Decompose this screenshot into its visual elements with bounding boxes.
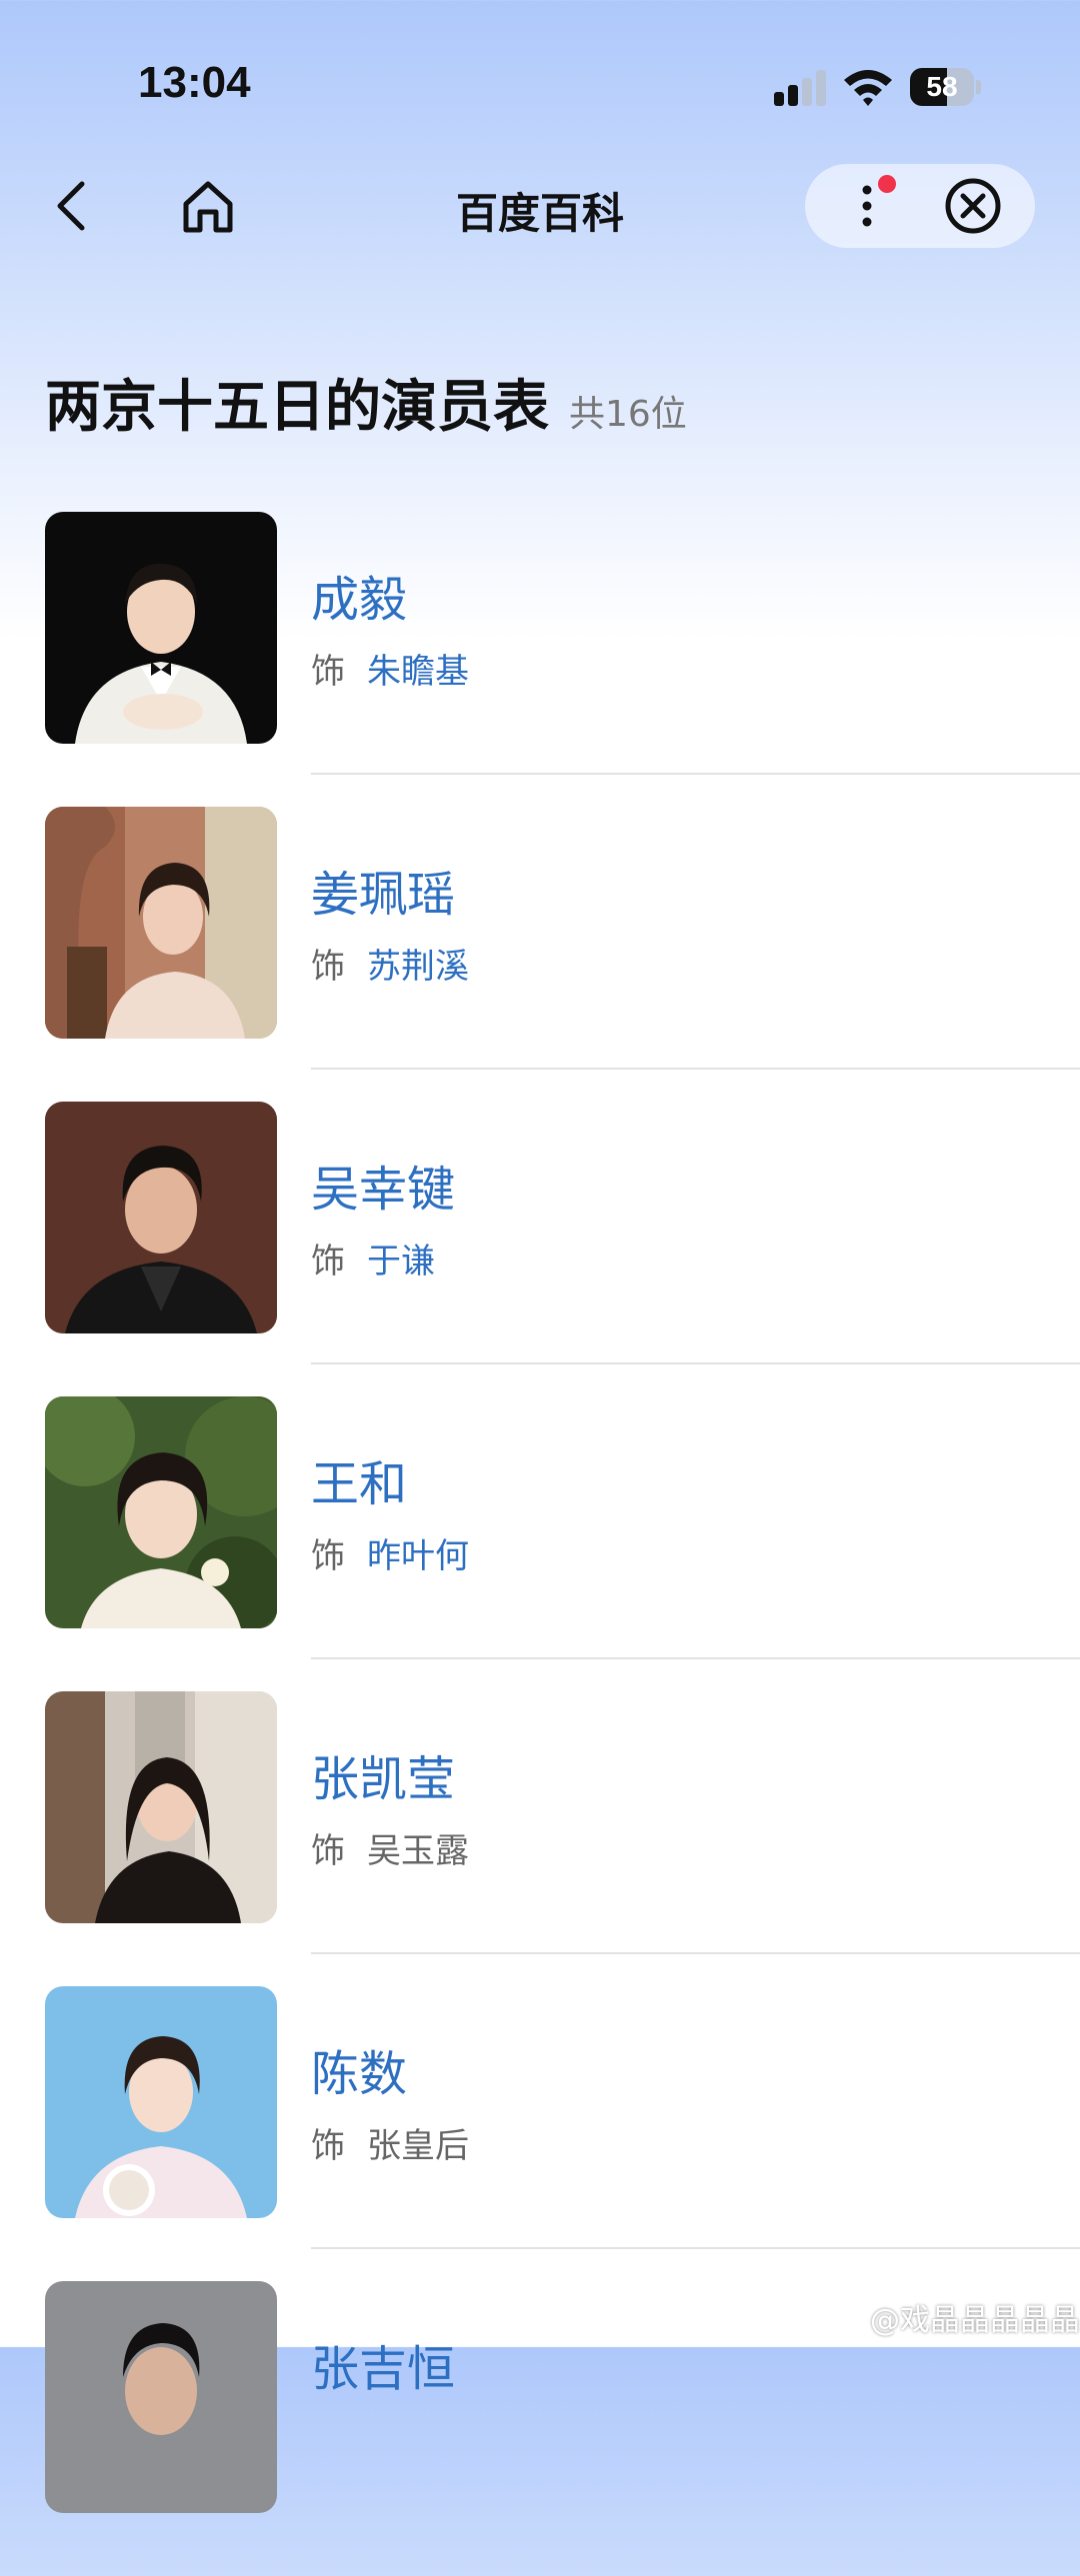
actor-name[interactable]: 张吉恒 [311, 2329, 455, 2399]
status-time: 13:04 [138, 58, 251, 107]
role-prefix: 饰 [311, 1536, 345, 1576]
battery-level: 58 [926, 71, 958, 102]
role-line: 饰吴玉露 [311, 1823, 469, 1872]
actor-photo[interactable] [45, 807, 277, 1039]
actor-photo[interactable] [45, 1396, 277, 1628]
more-vertical-icon [862, 175, 896, 227]
actor-name[interactable]: 姜珮瑶 [311, 855, 455, 925]
divider [311, 773, 1080, 775]
role-line: 饰朱瞻基 [311, 644, 469, 693]
role-prefix: 饰 [311, 1242, 345, 1282]
actor-name[interactable]: 吴幸键 [311, 1150, 455, 1220]
back-button[interactable] [42, 174, 106, 238]
mini-program-capsule [805, 164, 1035, 248]
cast-item[interactable]: 姜珮瑶 饰苏荆溪 [0, 807, 1080, 1102]
role-prefix: 饰 [311, 2126, 345, 2166]
home-button[interactable] [176, 174, 240, 238]
role-line: 饰于谦 [311, 1234, 435, 1283]
role-name[interactable]: 朱瞻基 [367, 652, 469, 692]
cast-item[interactable]: 张凯莹 饰吴玉露 [0, 1691, 1080, 1986]
role-prefix: 饰 [311, 947, 345, 987]
divider [311, 1657, 1080, 1659]
cellular-signal-icon [774, 70, 826, 106]
role-name: 吴玉露 [367, 1831, 469, 1871]
nav-title: 百度百科 [455, 189, 624, 238]
role-line: 饰昨叶何 [311, 1528, 469, 1577]
status-bar: 13:04 58 [0, 0, 1080, 150]
actor-name[interactable]: 王和 [311, 1444, 407, 1514]
cast-list: 成毅 饰朱瞻基 姜珮瑶 饰苏荆溪 吴幸键 饰 于谦 王和 饰 昨叶何 张凯莹 饰… [0, 512, 1080, 2576]
actor-name[interactable]: 张凯莹 [311, 1739, 455, 1809]
role-name: 张皇后 [367, 2126, 469, 2166]
actor-photo[interactable] [45, 2281, 277, 2513]
close-button[interactable] [941, 174, 1005, 238]
home-icon [183, 181, 233, 233]
watermark: @戏晶晶晶晶晶晶 [870, 2303, 1080, 2338]
divider [311, 2247, 1080, 2249]
actor-photo[interactable] [45, 1986, 277, 2218]
page-title: 两京十五日的演员表 [45, 375, 549, 440]
cast-item[interactable]: 陈数 饰张皇后 [0, 1986, 1080, 2281]
actor-photo[interactable] [45, 512, 277, 744]
cast-item[interactable]: 成毅 饰朱瞻基 [0, 512, 1080, 807]
divider [311, 1362, 1080, 1364]
actor-photo[interactable] [45, 1691, 277, 1923]
notification-dot [878, 175, 896, 193]
more-button[interactable] [835, 174, 899, 238]
wifi-icon [844, 70, 892, 106]
divider [311, 1068, 1080, 1070]
page-heading: 两京十五日的演员表 共16位 [45, 362, 687, 442]
role-line: 饰张皇后 [311, 2118, 469, 2167]
chevron-left-icon [57, 181, 85, 231]
cast-item[interactable]: 王和 饰昨叶何 [0, 1396, 1080, 1691]
nav-bar: 百度百科 [0, 150, 1080, 262]
actor-name[interactable]: 成毅 [311, 560, 407, 630]
cast-count: 共16位 [569, 394, 687, 435]
role-prefix: 饰 [311, 1831, 345, 1871]
cast-item[interactable]: 吴幸键 饰于谦 [0, 1102, 1080, 1396]
role-line: 饰苏荆溪 [311, 939, 469, 988]
role-prefix: 饰 [311, 652, 345, 692]
role-name[interactable]: 于谦 [367, 1242, 435, 1282]
divider [311, 1952, 1080, 1954]
weibo-icon [827, 2305, 864, 2336]
role-name[interactable]: 苏荆溪 [367, 947, 469, 987]
actor-photo[interactable] [45, 1102, 277, 1333]
role-name[interactable]: 昨叶何 [367, 1536, 469, 1576]
actor-name[interactable]: 陈数 [311, 2034, 407, 2104]
close-circle-icon [945, 178, 1001, 234]
battery-indicator: 58 [910, 68, 982, 106]
